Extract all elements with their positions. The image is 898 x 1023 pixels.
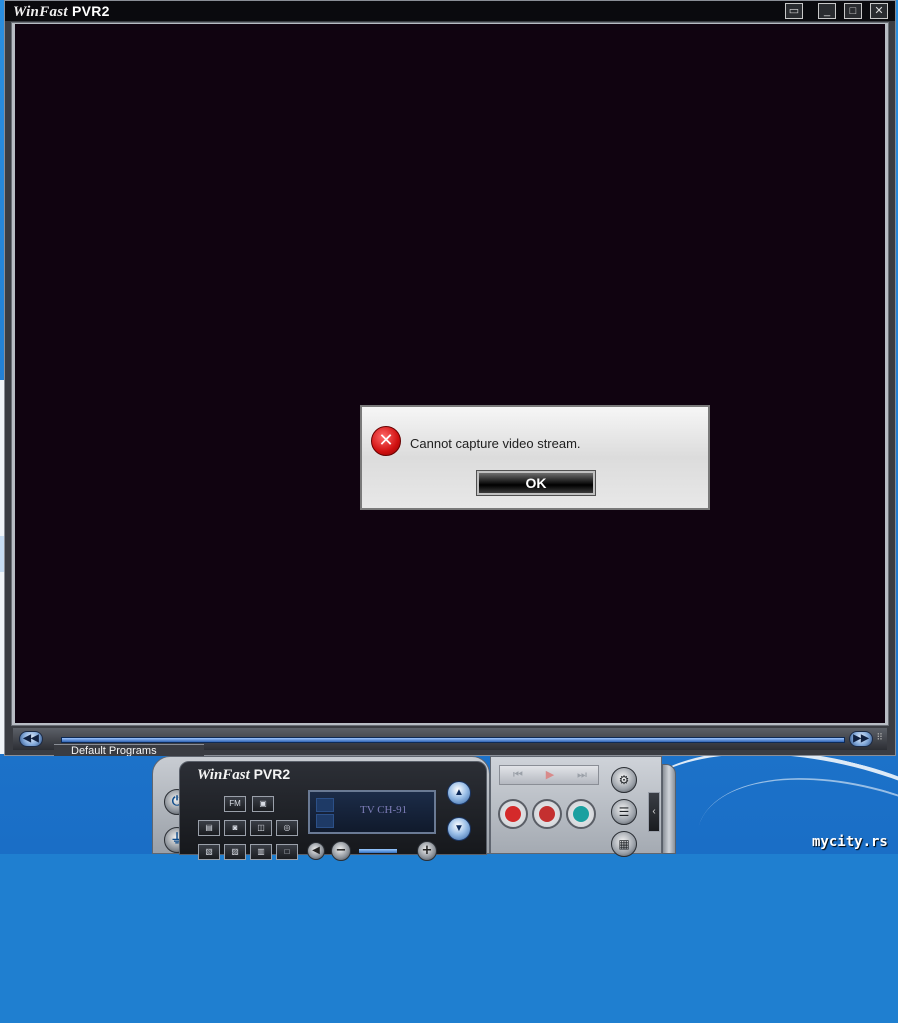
error-message: Cannot capture video stream.: [410, 436, 581, 451]
panel-logo-brand: WinFast: [197, 767, 250, 783]
title-bar[interactable]: WinFast PVR2 ▭ _ □ ✕: [5, 1, 895, 21]
pip-icon-2[interactable]: ▨: [224, 844, 246, 860]
pip-icon-3[interactable]: ▥: [250, 844, 272, 860]
eye-icon[interactable]: ◎: [276, 820, 298, 836]
keypad-icon[interactable]: ▦: [611, 831, 637, 857]
ok-button[interactable]: OK: [476, 470, 596, 496]
collapse-chevron-icon[interactable]: ‹: [648, 792, 660, 832]
app-logo: WinFast PVR2: [13, 3, 110, 21]
record-button[interactable]: [498, 799, 528, 829]
list-icon[interactable]: ☰: [611, 799, 637, 825]
panel-logo: WinFast PVR2: [197, 766, 290, 784]
tools-icon[interactable]: ⚙: [611, 767, 637, 793]
transport-bar: ⏮ ▶ ⏭: [499, 765, 599, 785]
error-dialog: ✕ Cannot capture video stream. OK: [360, 405, 710, 510]
play-icon[interactable]: ▶: [534, 766, 566, 784]
maximize-button[interactable]: □: [844, 3, 862, 19]
panel-logo-product: PVR2: [253, 766, 291, 782]
schedule-icon: [573, 806, 589, 822]
control-panel: ⏻ ⏚ FM ▣ ▤ ◙ ◫ ◎ ▧ ▨ ▥ □ TV CH-91 ◀ WinF…: [152, 756, 677, 861]
folder-icon[interactable]: ▤: [198, 820, 220, 836]
control-panel-right: ⏮ ▶ ⏭ ⚙ ☰ ▦: [490, 756, 662, 857]
record-icon: [505, 806, 521, 822]
volume-slider[interactable]: [359, 849, 397, 853]
lcd-indicator-1: [316, 798, 334, 812]
compact-mode-button[interactable]: ▭: [785, 3, 803, 19]
next-icon[interactable]: ⏭: [566, 766, 598, 784]
background-window-tab[interactable]: Default Programs: [54, 744, 204, 756]
panel-handle[interactable]: [662, 764, 676, 854]
lcd-indicator-2: [316, 814, 334, 828]
channel-up-button[interactable]: ▲: [447, 781, 471, 805]
control-panel-left: ⏻ ⏚ FM ▣ ▤ ◙ ◫ ◎ ▧ ▨ ▥ □ TV CH-91 ◀ WinF…: [152, 756, 490, 861]
error-x-icon: ✕: [371, 426, 401, 456]
rewind-button[interactable]: ◀◀: [19, 731, 43, 747]
resize-grip-icon[interactable]: ⠿: [876, 733, 883, 742]
seek-track[interactable]: [61, 737, 845, 743]
snapshot-icon[interactable]: ◫: [250, 820, 272, 836]
fm-button[interactable]: FM: [224, 796, 246, 812]
logo-brand: WinFast: [13, 4, 68, 20]
watermark: mycity.rs: [812, 834, 888, 850]
fast-forward-button[interactable]: ▶▶: [849, 731, 873, 747]
video-display[interactable]: [15, 24, 885, 723]
pip-icon-1[interactable]: ▧: [198, 844, 220, 860]
volume-icon[interactable]: ◀: [307, 842, 325, 860]
pvr-main-window: WinFast PVR2 ▭ _ □ ✕ ◀◀ ▶▶ ⠿: [4, 0, 896, 756]
volume-up-button[interactable]: +: [417, 841, 437, 861]
fullscreen-icon[interactable]: □: [276, 844, 298, 860]
timeshift-button[interactable]: [532, 799, 562, 829]
channel-display: TV CH-91: [308, 790, 436, 834]
schedule-button[interactable]: [566, 799, 596, 829]
close-button[interactable]: ✕: [870, 3, 888, 19]
previous-icon[interactable]: ⏮: [502, 766, 534, 784]
camera-icon[interactable]: ◙: [224, 820, 246, 836]
minimize-button[interactable]: _: [818, 3, 836, 19]
logo-product: PVR2: [71, 3, 110, 19]
channel-down-button[interactable]: ▼: [447, 817, 471, 841]
timeshift-icon: [539, 806, 555, 822]
volume-down-button[interactable]: −: [331, 841, 351, 861]
tv-icon[interactable]: ▣: [252, 796, 274, 812]
channel-label: TV CH-91: [360, 804, 408, 816]
